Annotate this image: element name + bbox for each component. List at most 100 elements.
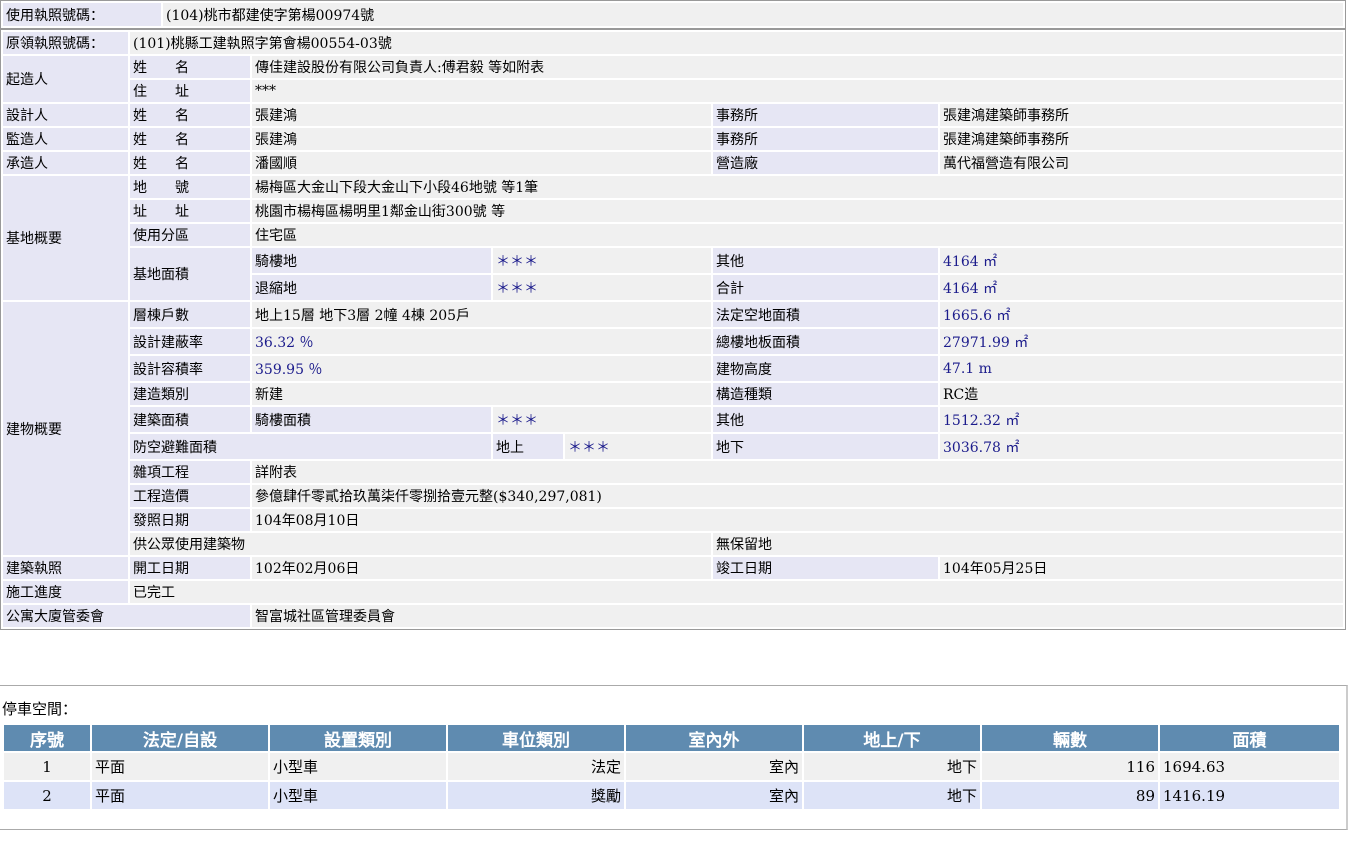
height-value: 47.1 m (940, 356, 1343, 381)
original-license-label: 原領執照號碼： (3, 32, 128, 54)
site-group-label: 基地概要 (3, 176, 128, 300)
supervisor-name-value: 張建鴻 (252, 128, 711, 150)
header-legal: 法定/自設 (92, 725, 268, 751)
far-value: 359.95 ％ (252, 356, 711, 381)
parking-header-row: 序號 法定/自設 設置類別 車位類別 室內外 地上/下 輛數 面積 (4, 725, 1339, 751)
seq-cell: 1 (4, 753, 90, 780)
site-total-label: 合計 (713, 275, 938, 300)
use-license-value: (104)桃市都建使字第楊00974號 (163, 3, 1343, 26)
shelter-above-label: 地上 (493, 434, 563, 459)
site-total-value: 4164 ㎡ (940, 275, 1343, 300)
supervisor-group-label: 監造人 (3, 128, 128, 150)
progress-value: 已完工 (130, 581, 1343, 603)
committee-label: 公寓大廈管委會 (3, 605, 250, 627)
open-space-label: 法定空地面積 (713, 302, 938, 327)
parking-title: 停車空間： (2, 700, 78, 718)
count-cell: 89 (982, 782, 1158, 809)
building-group-label: 建物概要 (3, 302, 128, 555)
progress-label: 施工進度 (3, 581, 128, 603)
designer-office-label: 事務所 (713, 104, 938, 126)
floor-area-value: 27971.99 ㎡ (940, 329, 1343, 354)
contractor-factory-value: 萬代福營造有限公司 (940, 152, 1343, 174)
building-area-label: 建築面積 (130, 407, 250, 432)
floors-value: 地上15層 地下3層 2幢 4棟 205戶 (252, 302, 711, 327)
structure-label: 構造種類 (713, 383, 938, 405)
license-detail-table: 原領執照號碼： (101)桃縣工建執照字第會楊00554-03號 起造人 姓 名… (0, 29, 1346, 630)
setup-type-cell: 小型車 (270, 753, 446, 780)
use-license-label: 使用執照號碼： (3, 3, 161, 26)
contractor-group-label: 承造人 (3, 152, 128, 174)
issue-date-value: 104年08月10日 (252, 509, 1343, 531)
site-lot-value: 楊梅區大金山下段大金山下小段46地號 等1筆 (252, 176, 1343, 198)
designer-group-label: 設計人 (3, 104, 128, 126)
coverage-label: 設計建蔽率 (130, 329, 250, 354)
indoor-cell: 室內 (626, 753, 802, 780)
designer-name-value: 張建鴻 (252, 104, 711, 126)
builder-name-label: 姓 名 (130, 56, 250, 78)
permit-group-label: 建築執照 (3, 557, 128, 579)
space-type-cell: 獎勵 (448, 782, 624, 809)
designer-office-value: 張建鴻建築師事務所 (940, 104, 1343, 126)
issue-date-label: 發照日期 (130, 509, 250, 531)
designer-name-label: 姓 名 (130, 104, 250, 126)
site-arcade-value: ＊＊＊ (493, 248, 711, 273)
parking-table: 序號 法定/自設 設置類別 車位類別 室內外 地上/下 輛數 面積 1 平面 小… (2, 723, 1341, 811)
site-setback-value: ＊＊＊ (493, 275, 711, 300)
shelter-area-label: 防空避難面積 (130, 434, 491, 459)
misc-works-value: 詳附表 (252, 461, 1343, 483)
site-other-label: 其他 (713, 248, 938, 273)
site-arcade-label: 騎樓地 (252, 248, 491, 273)
site-address-label: 址 址 (130, 200, 250, 222)
completion-date-value: 104年05月25日 (940, 557, 1343, 579)
builder-name-value: 傳佳建設股份有限公司負責人:傅君毅 等如附表 (252, 56, 1343, 78)
parking-panel: 停車空間： 序號 法定/自設 設置類別 車位類別 室內外 地上/下 輛數 面積 … (0, 685, 1348, 830)
structure-value: RC造 (940, 383, 1343, 405)
site-setback-label: 退縮地 (252, 275, 491, 300)
count-cell: 116 (982, 753, 1158, 780)
header-indoor: 室內外 (626, 725, 802, 751)
indoor-cell: 室內 (626, 782, 802, 809)
site-other-value: 4164 ㎡ (940, 248, 1343, 273)
site-address-value: 桃園市楊梅區楊明里1鄰金山街300號 等 (252, 200, 1343, 222)
arcade-area-value: ＊＊＊ (493, 407, 711, 432)
builder-group-label: 起造人 (3, 56, 128, 102)
start-date-label: 開工日期 (130, 557, 250, 579)
area-cell: 1416.19 (1160, 782, 1339, 809)
cost-label: 工程造價 (130, 485, 250, 507)
open-space-value: 1665.6 ㎡ (940, 302, 1343, 327)
header-space-type: 車位類別 (448, 725, 624, 751)
far-label: 設計容積率 (130, 356, 250, 381)
site-zone-value: 住宅區 (252, 224, 1343, 246)
table-row: 1 平面 小型車 法定 室內 地下 116 1694.63 (4, 753, 1339, 780)
cost-value: 參億肆仟零貳拾玖萬柒仟零捌拾壹元整($340,297,081) (252, 485, 1343, 507)
level-cell: 地下 (804, 782, 980, 809)
site-area-label: 基地面積 (130, 248, 250, 300)
legal-cell: 平面 (92, 753, 268, 780)
original-license-value: (101)桃縣工建執照字第會楊00554-03號 (130, 32, 1343, 54)
header-seq: 序號 (4, 725, 90, 751)
header-level: 地上/下 (804, 725, 980, 751)
contractor-factory-label: 營造廠 (713, 152, 938, 174)
floor-area-label: 總樓地板面積 (713, 329, 938, 354)
builder-address-value: *** (252, 80, 1343, 102)
coverage-value: 36.32 ％ (252, 329, 711, 354)
height-label: 建物高度 (713, 356, 938, 381)
build-type-value: 新建 (252, 383, 711, 405)
supervisor-office-label: 事務所 (713, 128, 938, 150)
shelter-below-label: 地下 (713, 434, 938, 459)
supervisor-name-label: 姓 名 (130, 128, 250, 150)
misc-works-label: 雜項工程 (130, 461, 250, 483)
committee-value: 智富城社區管理委員會 (252, 605, 1343, 627)
reserved-land-text: 無保留地 (713, 533, 1343, 555)
site-lot-label: 地 號 (130, 176, 250, 198)
arcade-area-label: 騎樓面積 (252, 407, 491, 432)
header-setup-type: 設置類別 (270, 725, 446, 751)
site-zone-label: 使用分區 (130, 224, 250, 246)
supervisor-office-value: 張建鴻建築師事務所 (940, 128, 1343, 150)
start-date-value: 102年02月06日 (252, 557, 711, 579)
area-cell: 1694.63 (1160, 753, 1339, 780)
build-type-label: 建造類別 (130, 383, 250, 405)
building-other-value: 1512.32 ㎡ (940, 407, 1343, 432)
level-cell: 地下 (804, 753, 980, 780)
building-other-label: 其他 (713, 407, 938, 432)
